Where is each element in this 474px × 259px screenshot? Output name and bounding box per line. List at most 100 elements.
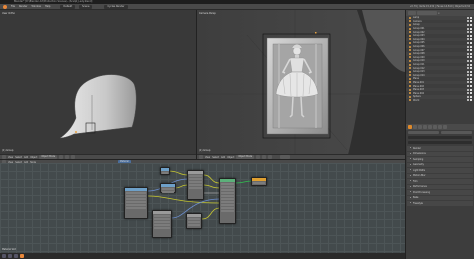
visibility-icon[interactable] [466, 52, 469, 55]
device-field[interactable] [408, 140, 472, 145]
render-visibility-icon[interactable] [470, 41, 472, 44]
render-visibility-icon[interactable] [470, 27, 472, 30]
render-visibility-icon[interactable] [470, 34, 472, 37]
node-image-texture[interactable] [152, 210, 172, 238]
outliner-item[interactable]: World [406, 99, 474, 103]
object-icon [409, 45, 411, 48]
render-visibility-icon[interactable] [470, 63, 472, 66]
render-visibility-icon[interactable] [470, 88, 472, 91]
layers-tab-icon[interactable] [413, 125, 417, 129]
visibility-icon[interactable] [466, 77, 469, 80]
menu-file[interactable]: File [11, 5, 15, 8]
properties-section[interactable]: Dimensions [407, 151, 473, 156]
start-icon[interactable] [2, 254, 6, 258]
menu-render[interactable]: Render [19, 5, 28, 8]
render-visibility-icon[interactable] [470, 45, 472, 48]
object-icon [409, 23, 411, 26]
visibility-icon[interactable] [466, 31, 469, 34]
node-value-2[interactable] [160, 183, 176, 193]
properties-section[interactable]: Light Paths [407, 168, 473, 173]
render-visibility-icon[interactable] [470, 74, 472, 77]
visibility-icon[interactable] [466, 74, 469, 77]
properties-section[interactable]: Freestyle [407, 201, 473, 206]
outliner-search-field[interactable] [417, 11, 437, 15]
render-visibility-icon[interactable] [470, 38, 472, 41]
render-visibility-icon[interactable] [470, 31, 472, 34]
animation-button[interactable] [441, 130, 472, 135]
visibility-icon[interactable] [466, 95, 469, 98]
render-tab-icon[interactable] [408, 125, 412, 129]
object-tab-icon[interactable] [428, 125, 432, 129]
render-visibility-icon[interactable] [470, 23, 472, 26]
properties-section[interactable]: Bake [407, 195, 473, 200]
visibility-icon[interactable] [466, 67, 469, 70]
object-icon [409, 27, 411, 30]
menu-window[interactable]: Window [32, 5, 41, 8]
visibility-icon[interactable] [466, 34, 469, 37]
render-visibility-icon[interactable] [470, 56, 472, 59]
visibility-icon[interactable] [466, 92, 469, 95]
properties-section[interactable]: Post Processing [407, 190, 473, 195]
render-visibility-icon[interactable] [470, 59, 472, 62]
render-visibility-icon[interactable] [470, 85, 472, 88]
material-tab-icon[interactable] [443, 125, 447, 129]
render-visibility-icon[interactable] [470, 92, 472, 95]
visibility-icon[interactable] [466, 59, 469, 62]
render-button[interactable] [408, 130, 439, 135]
feature-set-field[interactable] [408, 135, 472, 140]
node-value-1[interactable] [160, 167, 170, 175]
menu-help[interactable]: Help [45, 5, 50, 8]
viewport-left[interactable]: User Ortho (1) Group View Select Add Obj… [0, 10, 197, 159]
outliner-display-mode[interactable] [408, 11, 416, 15]
render-visibility-icon[interactable] [470, 49, 472, 52]
visibility-icon[interactable] [466, 70, 469, 73]
visibility-icon[interactable] [466, 99, 469, 102]
render-visibility-icon[interactable] [470, 16, 472, 19]
node-editor[interactable]: Material Slot [0, 163, 405, 259]
modifiers-tab-icon[interactable] [438, 125, 442, 129]
scene-tab-icon[interactable] [418, 125, 422, 129]
render-visibility-icon[interactable] [470, 52, 472, 55]
blender-logo-icon[interactable] [3, 4, 7, 9]
render-engine-selector[interactable]: Cycles Render [104, 4, 128, 9]
properties-section[interactable]: Film [407, 179, 473, 184]
node-mix-1[interactable] [187, 170, 204, 200]
node-principled-bsdf[interactable] [219, 178, 236, 224]
properties-section[interactable]: Sampling [407, 157, 473, 162]
visibility-icon[interactable] [466, 88, 469, 91]
render-visibility-icon[interactable] [470, 81, 472, 84]
visibility-icon[interactable] [466, 38, 469, 41]
render-visibility-icon[interactable] [470, 70, 472, 73]
search-icon[interactable] [8, 254, 12, 258]
blender-app-icon[interactable] [20, 254, 24, 258]
render-visibility-icon[interactable] [470, 67, 472, 70]
render-visibility-icon[interactable] [470, 77, 472, 80]
visibility-icon[interactable] [466, 85, 469, 88]
viewport-right[interactable]: Camera Persp (1) Group View Select Add O… [197, 10, 405, 159]
scene-selector[interactable]: Scene [79, 4, 93, 9]
visibility-icon[interactable] [466, 56, 469, 59]
visibility-icon[interactable] [466, 63, 469, 66]
properties-section[interactable]: Geometry [407, 162, 473, 167]
world-tab-icon[interactable] [423, 125, 427, 129]
properties-section[interactable]: Render [407, 146, 473, 151]
render-visibility-icon[interactable] [470, 99, 472, 102]
visibility-icon[interactable] [466, 27, 469, 30]
layout-selector[interactable]: Default [60, 4, 76, 9]
node-texture-coordinate[interactable] [124, 187, 148, 219]
properties-section[interactable]: Motion Blur [407, 173, 473, 178]
node-mix-2[interactable] [186, 213, 202, 229]
visibility-icon[interactable] [466, 45, 469, 48]
node-material-output[interactable] [251, 177, 267, 186]
visibility-icon[interactable] [466, 23, 469, 26]
visibility-icon[interactable] [466, 81, 469, 84]
visibility-icon[interactable] [466, 49, 469, 52]
constraints-tab-icon[interactable] [433, 125, 437, 129]
visibility-icon[interactable] [466, 16, 469, 19]
visibility-icon[interactable] [466, 41, 469, 44]
visibility-icon[interactable] [466, 20, 469, 23]
explorer-icon[interactable] [14, 254, 18, 258]
properties-section[interactable]: Performance [407, 184, 473, 189]
render-visibility-icon[interactable] [470, 20, 472, 23]
render-visibility-icon[interactable] [470, 95, 472, 98]
